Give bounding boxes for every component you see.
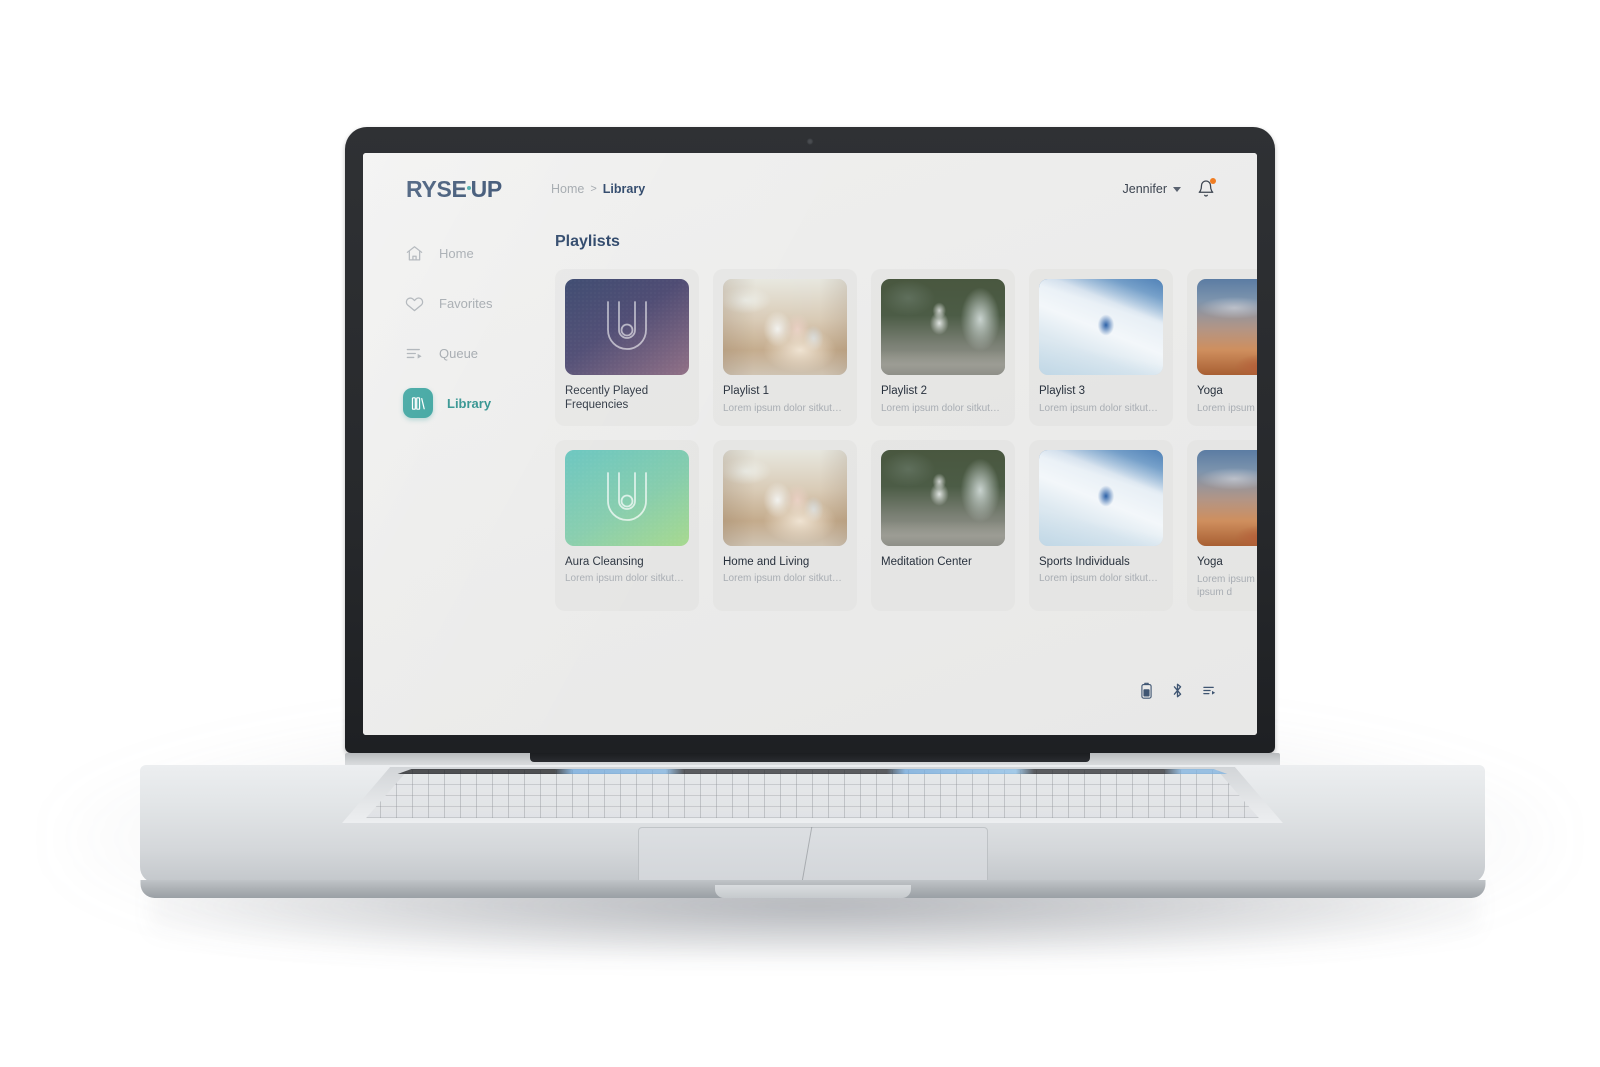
trackpad[interactable] — [637, 827, 988, 883]
playlist-thumbnail — [1197, 279, 1257, 375]
playlist-card[interactable]: Playlist 1 Lorem ipsum dolor sitkut… — [713, 269, 857, 426]
playlist-thumbnail — [565, 449, 689, 546]
playlist-title: Playlist 3 — [1039, 385, 1086, 397]
keyboard-keys[interactable] — [366, 770, 1259, 818]
laptop-mockup-scene: RYSE UP Home > Library Jennifer Home Fav… — [0, 0, 1600, 1067]
top-bar-actions: Jennifer — [1123, 178, 1257, 199]
playlist-card[interactable]: Playlist 2 Lorem ipsum dolor sitkut… — [871, 269, 1015, 426]
user-name: Jennifer — [1122, 182, 1167, 196]
sidebar: Home Favorites Queue Library — [363, 225, 551, 735]
sidebar-item-favorites[interactable]: Favorites — [403, 285, 551, 321]
playlist-title: Recently Played Frequencies — [565, 385, 649, 411]
laptop-base — [140, 753, 1485, 898]
playlist-subtitle: Lorem ipsum dolor sitkut… — [881, 402, 1000, 414]
playlist-row-2: Aura Cleansing Lorem ipsum dolor sitkut…… — [555, 439, 1257, 612]
thumbnail-texture — [565, 449, 689, 546]
sidebar-item-label: Home — [439, 245, 474, 261]
playlist-card[interactable]: Home and Living Lorem ipsum dolor sitkut… — [713, 439, 857, 612]
queue-icon[interactable] — [1202, 683, 1217, 698]
playlist-card[interactable]: Aura Cleansing Lorem ipsum dolor sitkut… — [555, 439, 699, 612]
sidebar-item-label: Favorites — [439, 295, 493, 311]
photo-snowboard-image — [1039, 279, 1163, 375]
base-front-notch — [714, 885, 911, 898]
playlist-subtitle: Lorem ipsum dolor sitkut… — [1039, 402, 1158, 414]
playlist-thumbnail — [881, 279, 1005, 375]
status-icon-bar — [1140, 682, 1217, 699]
breadcrumb-home-link[interactable]: Home — [551, 182, 584, 196]
library-icon — [403, 388, 433, 418]
playlist-thumbnail — [723, 279, 847, 375]
queue-icon — [403, 342, 425, 364]
playlist-card[interactable]: Sports Individuals Lorem ipsum dolor sit… — [1029, 439, 1173, 612]
photo-snowboard-image — [1039, 449, 1163, 546]
playlist-card[interactable]: Playlist 3 Lorem ipsum dolor sitkut… — [1029, 269, 1173, 426]
photo-yoga-image — [1197, 279, 1257, 375]
home-icon — [403, 242, 425, 264]
keyboard-deck — [140, 765, 1485, 883]
app-logo[interactable]: RYSE UP — [363, 176, 551, 203]
sidebar-item-label: Library — [447, 395, 492, 411]
photo-meditation-image — [881, 449, 1005, 546]
playlist-title: Aura Cleansing — [565, 555, 644, 568]
top-bar: RYSE UP Home > Library Jennifer — [363, 153, 1257, 225]
battery-icon[interactable] — [1140, 682, 1153, 699]
playlist-subtitle: Lorem ipsum dolor sitkut… — [1039, 573, 1158, 585]
keyboard-function-row[interactable] — [397, 769, 1228, 774]
playlist-thumbnail — [723, 449, 847, 546]
playlist-row-1: Recently Played Frequencies Playlist 1 L… — [555, 269, 1257, 426]
playlist-subtitle: Lorem ipsum dolo — [1197, 402, 1257, 414]
laptop-lid: RYSE UP Home > Library Jennifer Home Fav… — [339, 121, 1281, 759]
breadcrumb-current: Library — [602, 182, 646, 196]
playlist-subtitle: Lorem ipsum dolor sitkut… — [723, 402, 842, 414]
sidebar-item-label: Queue — [439, 345, 479, 361]
playlist-thumbnail — [1039, 279, 1163, 375]
page-title: Playlists — [555, 233, 620, 250]
photo-meditation-image — [881, 279, 1005, 375]
playlist-thumbnail — [1039, 449, 1163, 546]
webcam — [806, 138, 814, 145]
playlist-title: Home and Living — [723, 555, 810, 568]
playlist-card[interactable]: Yoga Lorem ipsum dolo Lorem ipsum d — [1187, 439, 1257, 612]
photo-family-image — [723, 279, 847, 375]
playlist-subtitle: Lorem ipsum dolo Lorem ipsum d — [1197, 574, 1257, 599]
hinge — [530, 753, 1090, 762]
playlist-card[interactable]: Recently Played Frequencies — [555, 269, 699, 426]
playlist-subtitle: Lorem ipsum dolor sitkut… — [723, 573, 842, 585]
playlist-thumbnail — [881, 449, 1005, 546]
logo-text-primary: RYSE — [406, 175, 467, 202]
playlist-subtitle: Lorem ipsum dolor sitkut… — [565, 573, 684, 585]
heart-icon — [403, 292, 425, 314]
breadcrumb: Home > Library — [551, 182, 645, 196]
playlist-title: Yoga — [1197, 385, 1223, 397]
ryseup-app: RYSE UP Home > Library Jennifer Home Fav… — [363, 153, 1257, 735]
playlist-thumbnail — [1197, 449, 1257, 546]
playlist-title: Playlist 1 — [723, 385, 770, 397]
logo-text-secondary: UP — [470, 175, 503, 202]
thumbnail-texture — [565, 279, 689, 375]
bluetooth-icon[interactable] — [1171, 682, 1184, 699]
sidebar-item-library[interactable]: Library — [403, 385, 551, 421]
notification-badge — [1210, 178, 1216, 184]
playlist-title: Sports Individuals — [1039, 555, 1130, 568]
app-body: Home Favorites Queue Library Playlists R… — [363, 225, 1257, 735]
breadcrumb-separator-icon: > — [590, 183, 597, 195]
photo-yoga-image — [1197, 449, 1257, 546]
playlist-card[interactable]: Meditation Center — [871, 439, 1015, 612]
content-area: Playlists Recently Played Frequencies Pl… — [551, 225, 1257, 735]
playlist-card[interactable]: Yoga Lorem ipsum dolo — [1187, 269, 1257, 426]
user-menu[interactable]: Jennifer — [1123, 182, 1181, 196]
playlist-title: Playlist 2 — [881, 385, 928, 397]
chevron-down-icon — [1173, 186, 1181, 192]
playlist-title: Yoga — [1197, 555, 1223, 568]
sidebar-item-home[interactable]: Home — [403, 235, 551, 271]
notifications-button[interactable] — [1197, 178, 1216, 199]
photo-family-image — [723, 449, 847, 546]
laptop-screen: RYSE UP Home > Library Jennifer Home Fav… — [363, 153, 1257, 735]
sidebar-item-queue[interactable]: Queue — [403, 335, 551, 371]
playlist-thumbnail — [565, 279, 689, 375]
playlist-title: Meditation Center — [881, 555, 972, 568]
